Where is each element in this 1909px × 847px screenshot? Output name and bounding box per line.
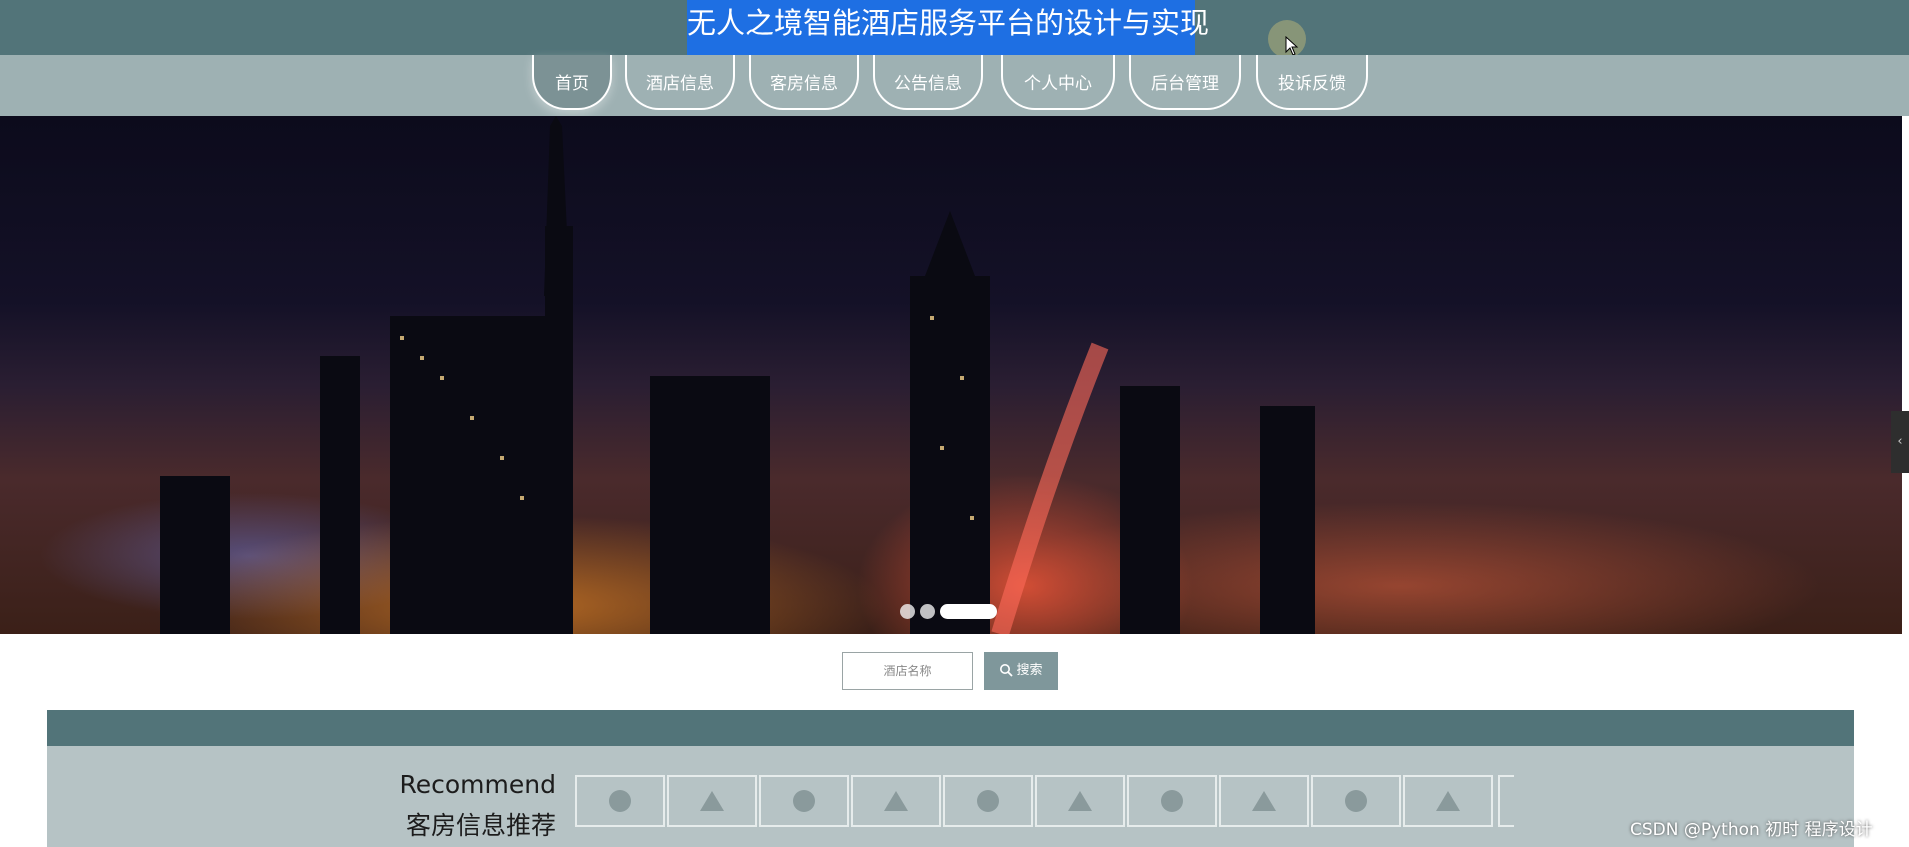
recommend-title-cn: 客房信息推荐 [405, 811, 556, 840]
mouse-cursor-icon [1285, 36, 1299, 56]
nav-tab-notice-info[interactable]: 公告信息 [873, 55, 983, 110]
circle-placeholder-icon [793, 790, 815, 812]
room-thumbnail[interactable] [575, 775, 665, 827]
room-thumbnail[interactable] [1127, 775, 1217, 827]
search-icon [1000, 664, 1014, 677]
nav-tab-personal-center[interactable]: 个人中心 [1001, 55, 1115, 110]
recommend-section-header [47, 710, 1854, 746]
room-thumbnail[interactable] [1403, 775, 1493, 827]
city-skyline-graphic [160, 116, 1315, 634]
nav-tab-room-info[interactable]: 客房信息 [749, 55, 859, 110]
nav-tab-hotel-info[interactable]: 酒店信息 [625, 55, 735, 110]
triangle-placeholder-icon [884, 791, 908, 811]
triangle-placeholder-icon [1068, 791, 1092, 811]
thumbnail-strip-end [1498, 775, 1514, 827]
circle-placeholder-icon [609, 790, 631, 812]
carousel-side-arrow-button[interactable]: ‹ [1891, 411, 1909, 473]
room-thumbnail[interactable] [943, 775, 1033, 827]
room-thumbnail[interactable] [667, 775, 757, 827]
room-thumbnail[interactable] [1035, 775, 1125, 827]
carousel-dot[interactable] [900, 604, 915, 619]
watermark: CSDN @Python 初时 程序设计 [1630, 820, 1873, 840]
nav-tab-admin[interactable]: 后台管理 [1129, 55, 1241, 110]
room-thumbnail[interactable] [851, 775, 941, 827]
hotel-name-search-input[interactable] [842, 652, 973, 690]
room-thumbnail[interactable] [1219, 775, 1309, 827]
triangle-placeholder-icon [1252, 791, 1276, 811]
search-button-label: 搜索 [1016, 663, 1043, 678]
circle-placeholder-icon [1161, 790, 1183, 812]
circle-placeholder-icon [1345, 790, 1367, 812]
site-title: 无人之境智能酒店服务平台的设计与实现 [687, 0, 1209, 55]
carousel-dot[interactable] [940, 604, 997, 619]
hero-banner-image [0, 116, 1902, 634]
circle-placeholder-icon [977, 790, 999, 812]
room-thumbnail[interactable] [759, 775, 849, 827]
nav-tab-complaint-feedback[interactable]: 投诉反馈 [1256, 55, 1368, 110]
recommend-title-en: Recommend [399, 770, 556, 799]
carousel-dot[interactable] [920, 604, 935, 619]
nav-tab-home[interactable]: 首页 [532, 55, 612, 110]
triangle-placeholder-icon [1436, 791, 1460, 811]
room-thumbnail[interactable] [1311, 775, 1401, 827]
triangle-placeholder-icon [700, 791, 724, 811]
search-button[interactable]: 搜索 [984, 652, 1058, 690]
